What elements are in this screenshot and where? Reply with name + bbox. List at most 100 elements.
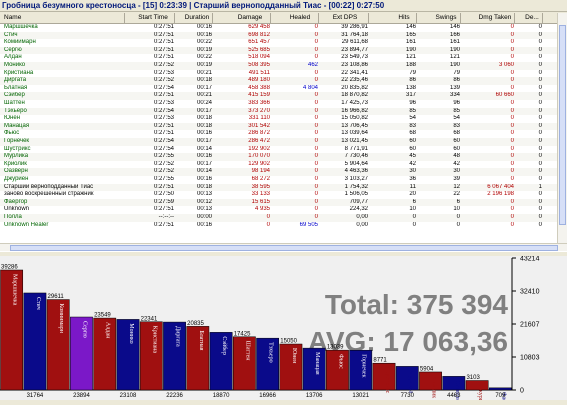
cell-dur: 00:17 bbox=[196, 107, 212, 114]
cell-hits: 11 bbox=[409, 183, 416, 190]
cell-dps: 22 235,46 bbox=[341, 77, 368, 84]
cell-dmg: 383 366 bbox=[248, 100, 270, 106]
cell-dps: 39 286,91 bbox=[341, 24, 368, 30]
bar-category-label: Кристиана bbox=[151, 326, 157, 354]
cell-start: 0:27:52 bbox=[153, 62, 174, 68]
table-row[interactable]: Фаергор 0:27:59 00:12 15 615 0 709,77 6 6 0 0 bbox=[0, 198, 567, 207]
cell-dur: 00:22 bbox=[196, 39, 212, 46]
col-header-healed[interactable]: Healed bbox=[282, 13, 319, 23]
table-row[interactable]: Маршшечка 0:27:51 00:16 629 458 0 39 286,91 14… bbox=[0, 24, 567, 32]
cell-dps: 13 706,45 bbox=[341, 122, 368, 129]
col-header-duration[interactable]: Duration bbox=[182, 13, 213, 23]
cell-taken: 0 bbox=[510, 214, 514, 220]
cell-dur: 00:16 bbox=[196, 221, 212, 228]
cell-swings: 30 bbox=[453, 168, 460, 175]
table-row[interactable]: Сергю 0:27:51 00:19 525 685 0 23 894,77 190 190… bbox=[0, 46, 567, 55]
bar-value-label: 20835 bbox=[187, 321, 204, 327]
table-row[interactable]: Алдан 0:27:51 00:22 518 094 0 23 549,73 121 121… bbox=[0, 54, 567, 62]
bar bbox=[488, 387, 512, 391]
table-row[interactable]: Кристиана 0:27:53 00:21 491 511 0 22 341,41 79… bbox=[0, 70, 567, 78]
cell-dmg: 491 511 bbox=[248, 69, 270, 76]
cell-dps: 15 050,82 bbox=[341, 115, 368, 122]
table-row[interactable]: Стич 0:27:51 00:16 698 812 0 31 764,18 165 166 0… bbox=[0, 31, 567, 40]
cell-taken: 3 060 bbox=[498, 62, 514, 68]
cell-heal: 0 bbox=[314, 145, 318, 152]
cell-hits: 36 bbox=[409, 176, 416, 182]
table-row[interactable]: Старший верноподданный Тиас 0:27:51 00:18 3… bbox=[0, 183, 567, 192]
cell-taken: 0 bbox=[510, 176, 514, 182]
cell-dur: 00:12 bbox=[196, 198, 212, 205]
col-header-dmg-taken[interactable]: Dmg Taken bbox=[476, 13, 515, 23]
table-row[interactable]: Мурлика 0:27:55 00:16 170 070 0 7 730,46 45 48 0… bbox=[0, 153, 567, 161]
cell-dur: 00:16 bbox=[196, 31, 212, 38]
cell-hits: 0 bbox=[412, 221, 416, 228]
y-tick-label: 43214 bbox=[520, 256, 540, 263]
bar-value-label: 23549 bbox=[94, 313, 111, 319]
table-row[interactable]: Горнечек 0:27:54 00:17 286 472 0 13 021,45 60 6… bbox=[0, 138, 567, 146]
col-header-deaths[interactable]: De... bbox=[522, 13, 543, 23]
cell-taken: 0 bbox=[510, 77, 514, 84]
cell-hits: 86 bbox=[409, 77, 416, 84]
cell-swings: 86 bbox=[453, 77, 460, 84]
table-row[interactable]: Шаттен 0:27:53 00:24 383 366 0 17 425,73 96 96 0… bbox=[0, 100, 567, 108]
bar-category-label: Маршшечка bbox=[12, 274, 18, 306]
cell-de: 0 bbox=[538, 130, 542, 137]
col-header-ext-dps[interactable]: Ext DPS bbox=[322, 13, 369, 23]
table-row[interactable]: Юнен 0:27:53 00:18 331 110 0 15 050,82 54 54 0 0 bbox=[0, 115, 567, 123]
cell-dur: 00:17 bbox=[196, 138, 212, 144]
cell-name: Тэхьеро bbox=[4, 107, 27, 114]
cell-name: Манацая bbox=[4, 122, 30, 129]
table-row[interactable]: Unknown Healer 0:27:51 00:16 0 69 505 0,00 0 0 0… bbox=[0, 222, 567, 230]
table-row[interactable]: Шустрикс 0:27:54 00:14 192 902 0 8 771,91 60 60… bbox=[0, 146, 567, 154]
cell-dur: 00:21 bbox=[196, 92, 212, 99]
cell-swings: 161 bbox=[449, 39, 460, 46]
table-row[interactable]: заново воскрешенный стражник 0:27:50 00:13… bbox=[0, 191, 567, 199]
cell-swings: 60 bbox=[453, 145, 460, 152]
table-row[interactable]: Оазверн 0:27:52 00:14 98 194 0 4 463,36 30 30 0 0 bbox=[0, 168, 567, 176]
cell-start: 0:27:54 bbox=[153, 84, 174, 91]
table-row[interactable]: Unknown 0:27:51 00:13 4 935 0 224,32 10 10 0 0 bbox=[0, 206, 567, 214]
table-row[interactable]: Криолик 0:27:52 00:17 129 902 0 5 904,64 42 42 0… bbox=[0, 161, 567, 169]
bar-category-label: Тэхьеро bbox=[268, 342, 274, 362]
cell-heal: 462 bbox=[307, 62, 318, 68]
table-row[interactable]: Монико 0:27:52 00:19 508 395 462 23 108,86 188… bbox=[0, 62, 567, 70]
cell-de: 0 bbox=[538, 92, 542, 99]
cell-hits: 317 bbox=[405, 92, 416, 99]
cell-swings: 190 bbox=[449, 62, 460, 68]
table-row[interactable]: Джуриен 0:27:55 00:16 68 272 0 3 103,27 36 39 0 0 bbox=[0, 176, 567, 184]
table-row[interactable]: Манацая 0:27:51 00:18 301 542 0 13 706,45 83 83… bbox=[0, 122, 567, 131]
cell-taken: 0 bbox=[510, 122, 514, 129]
cell-swings: 146 bbox=[449, 24, 460, 30]
table-row[interactable]: Фьюс 0:27:51 00:16 286 872 0 13 039,64 68 68 0 0 bbox=[0, 130, 567, 138]
cell-taken: 0 bbox=[510, 46, 514, 53]
cell-dur: 00:16 bbox=[196, 130, 212, 137]
col-header-hits[interactable]: Hits bbox=[392, 13, 417, 23]
cell-heal: 0 bbox=[314, 92, 318, 99]
cell-dps: 0,00 bbox=[356, 221, 368, 228]
cell-start: 0:27:55 bbox=[153, 176, 174, 182]
col-header-name[interactable]: Name bbox=[4, 13, 125, 23]
bar-category-label: Шустрикс bbox=[384, 367, 390, 393]
col-header-damage[interactable]: Damage bbox=[230, 13, 271, 23]
cell-dur: 00:21 bbox=[196, 69, 212, 76]
table-row[interactable]: Сэйбер 0:27:51 00:21 415 159 0 18 870,82 317 33… bbox=[0, 92, 567, 100]
cell-dur: 00:16 bbox=[196, 24, 212, 30]
bar-value-label: 31764 bbox=[27, 393, 44, 399]
table-row[interactable]: Тэхьеро 0:27:54 00:17 373 270 0 16 966,82 85 85… bbox=[0, 107, 567, 116]
cell-heal: 0 bbox=[314, 69, 318, 76]
table-row[interactable]: Полла --:--:-- 00:00 0 0 0,00 0 0 0 0 bbox=[0, 214, 567, 222]
cell-hits: 188 bbox=[405, 62, 416, 68]
table-row[interactable]: Блатная 0:27:54 00:17 458 388 4 804 20 835,82… bbox=[0, 85, 567, 93]
cell-dur: 00:18 bbox=[196, 183, 212, 190]
col-header-swings[interactable]: Swings bbox=[432, 13, 461, 23]
cell-dur: 00:22 bbox=[196, 54, 212, 61]
bar-value-label: 13706 bbox=[306, 393, 323, 399]
table-row[interactable]: Комиимарн 0:27:51 00:22 651 457 0 29 611,68 16… bbox=[0, 39, 567, 47]
vertical-scroll-thumb[interactable] bbox=[559, 25, 566, 225]
cell-name: Шустрикс bbox=[4, 145, 31, 152]
col-header-start-time[interactable]: Start Time bbox=[132, 13, 175, 23]
vertical-scrollbar[interactable] bbox=[557, 13, 567, 243]
table-row[interactable]: Диргата 0:27:52 00:18 489 180 0 22 235,46 86 86… bbox=[0, 77, 567, 85]
cell-name: Криолик bbox=[4, 160, 27, 167]
cell-hits: 42 bbox=[409, 160, 416, 167]
